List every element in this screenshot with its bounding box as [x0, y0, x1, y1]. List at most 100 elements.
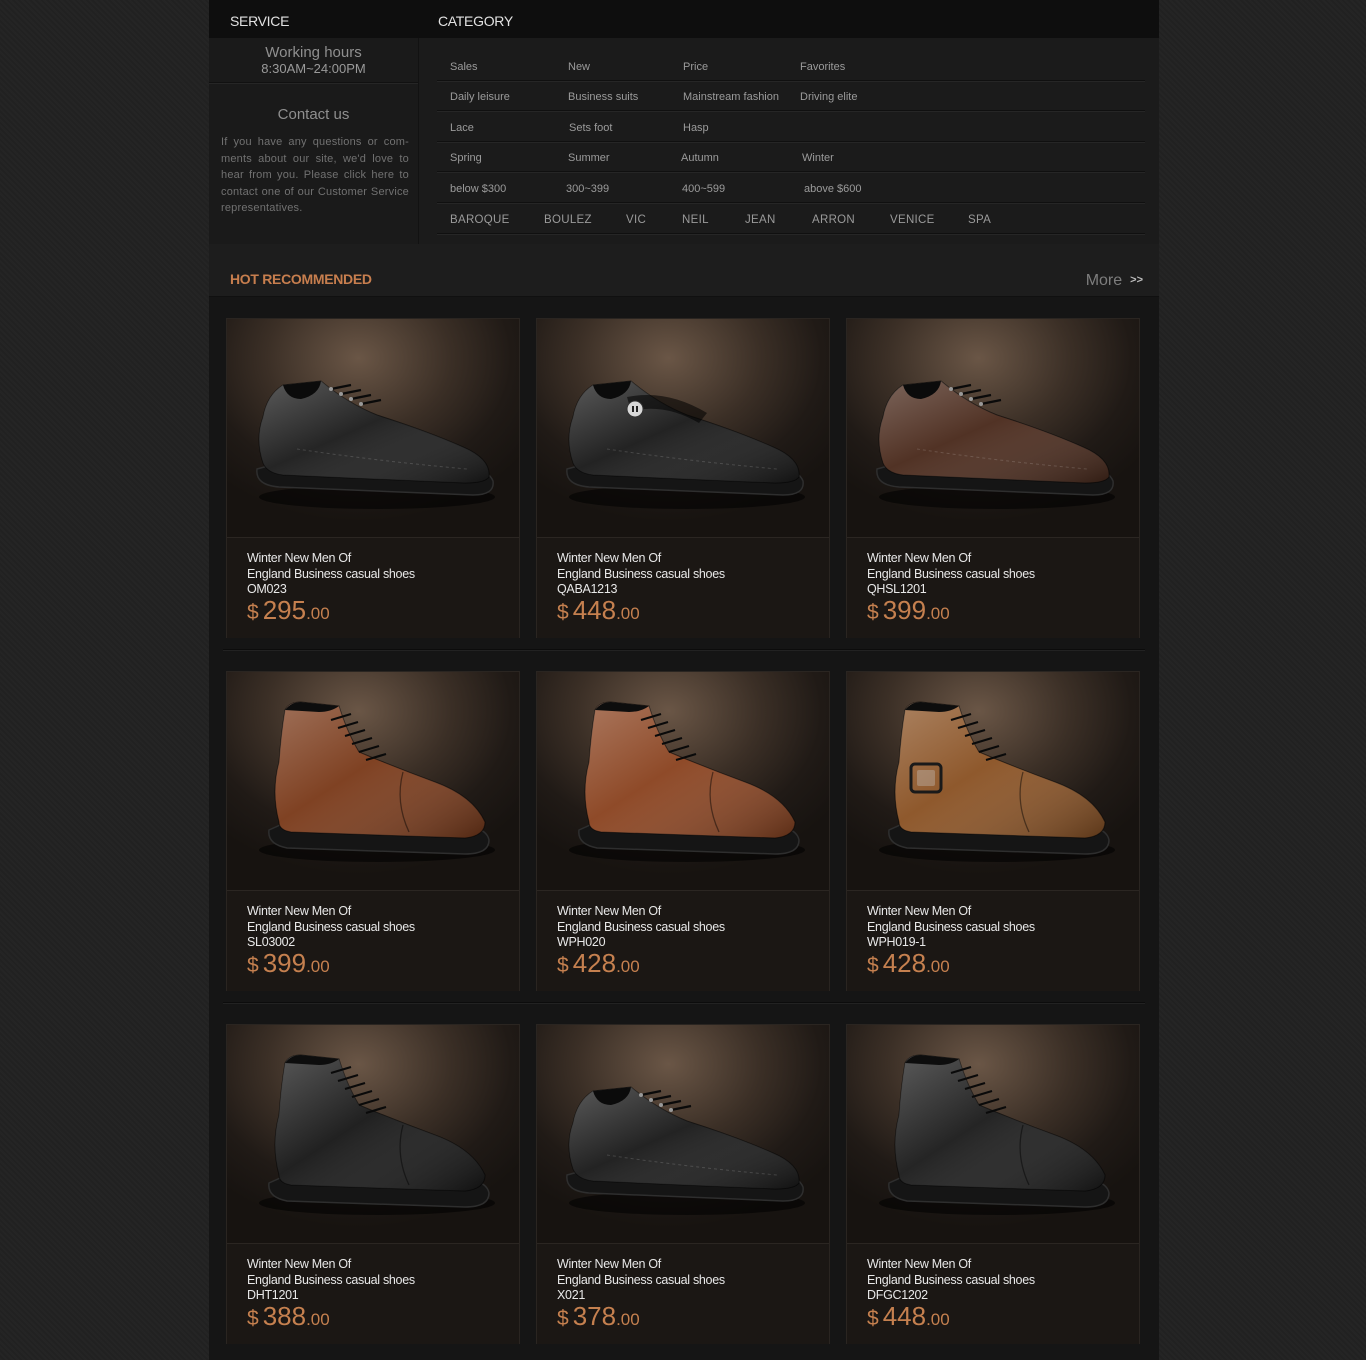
service-panel: Working hours 8:30AM~24:00PM Contact us …	[209, 38, 419, 244]
product-title-line: England Business casual shoes	[557, 1272, 725, 1287]
working-hours-value: 8:30AM~24:00PM	[261, 61, 366, 76]
product-price: $448.00	[557, 595, 640, 626]
category-link[interactable]: Mainstream fashion	[683, 91, 779, 103]
product-title-line: England Business casual shoes	[557, 919, 725, 934]
category-link[interactable]: New	[568, 61, 590, 73]
category-link[interactable]: Sales	[450, 61, 478, 73]
price-int: 378	[572, 1301, 617, 1331]
price-cur: $	[247, 954, 259, 977]
header-bar: SERVICE CATEGORY	[209, 0, 1159, 39]
brand-link[interactable]: NEIL	[682, 214, 709, 226]
category-link[interactable]: Hasp	[683, 122, 709, 134]
product-title-line: Winter New Men Of	[557, 1257, 661, 1271]
category-heading: CATEGORY	[438, 13, 513, 29]
category-link[interactable]: Favorites	[800, 61, 845, 73]
black-lace-up-loafer-image[interactable]	[227, 319, 519, 537]
product-title-line: England Business casual shoes	[867, 1272, 1035, 1287]
product-card[interactable]: Winter New Men Of England Business casual…	[226, 318, 520, 638]
price-cur: $	[557, 601, 569, 624]
product-name[interactable]: Winter New Men Of England Business casual…	[557, 1257, 725, 1304]
price-dec: .00	[616, 604, 640, 623]
price-int: 388	[262, 1301, 307, 1331]
brand-link[interactable]: VENICE	[890, 214, 935, 226]
product-card[interactable]: Winter New Men Of England Business casual…	[536, 318, 830, 638]
price-dec: .00	[306, 604, 330, 623]
black-derby-shoe-image[interactable]	[537, 1025, 829, 1243]
product-name[interactable]: Winter New Men Of England Business casual…	[867, 551, 1035, 598]
price-int: 399	[262, 948, 307, 978]
row-divider	[223, 1002, 1145, 1003]
product-card[interactable]: Winter New Men Of England Business casual…	[226, 671, 520, 991]
product-name[interactable]: Winter New Men Of England Business casual…	[867, 904, 1035, 951]
category-link[interactable]: Autumn	[681, 152, 719, 164]
product-price: $388.00	[247, 1301, 330, 1332]
price-dec: .00	[616, 1310, 640, 1329]
more-link[interactable]: More >>	[1086, 272, 1143, 290]
tan-chukka-boot-image[interactable]	[227, 672, 519, 890]
category-link[interactable]: below $300	[450, 183, 506, 195]
tan-lace-boot-image[interactable]	[537, 672, 829, 890]
category-link[interactable]: Lace	[450, 122, 474, 134]
product-name[interactable]: Winter New Men Of England Business casual…	[557, 551, 725, 598]
product-card[interactable]: Winter New Men Of England Business casual…	[846, 318, 1140, 638]
brand-link[interactable]: BOULEZ	[544, 214, 592, 226]
price-cur: $	[557, 954, 569, 977]
black-strap-loafer-image[interactable]	[537, 319, 829, 537]
product-price: $448.00	[867, 1301, 950, 1332]
category-link[interactable]: Summer	[568, 152, 610, 164]
product-card[interactable]: Winter New Men Of England Business casual…	[536, 1024, 830, 1344]
contact-text[interactable]: If you have any questions or com-ments a…	[221, 134, 409, 217]
category-link[interactable]: above $600	[804, 183, 862, 195]
service-divider	[209, 82, 418, 83]
category-row: Lace Sets foot Hasp	[437, 111, 1145, 142]
product-info: Winter New Men Of England Business casual…	[537, 890, 829, 991]
category-link[interactable]: 400~599	[682, 183, 725, 195]
tan-buckle-boot-image[interactable]	[847, 672, 1139, 890]
price-int: 448	[882, 1301, 927, 1331]
section-header: HOT RECOMMENDED More >>	[209, 244, 1159, 297]
product-title-line: England Business casual shoes	[247, 919, 415, 934]
category-link[interactable]: Sets foot	[569, 122, 612, 134]
brown-derby-shoe-image[interactable]	[847, 319, 1139, 537]
category-link[interactable]: Spring	[450, 152, 482, 164]
product-name[interactable]: Winter New Men Of England Business casual…	[867, 1257, 1035, 1304]
product-price: $399.00	[867, 595, 950, 626]
price-cur: $	[247, 1307, 259, 1330]
product-title-line: Winter New Men Of	[247, 1257, 351, 1271]
contact-title[interactable]: Contact us	[209, 106, 418, 123]
product-name[interactable]: Winter New Men Of England Business casual…	[247, 1257, 415, 1304]
product-price: $378.00	[557, 1301, 640, 1332]
product-name[interactable]: Winter New Men Of England Business casual…	[247, 904, 415, 951]
price-dec: .00	[306, 957, 330, 976]
category-link[interactable]: Driving elite	[800, 91, 857, 103]
product-card[interactable]: Winter New Men Of England Business casual…	[226, 1024, 520, 1344]
service-heading: SERVICE	[230, 13, 290, 29]
product-info: Winter New Men Of England Business casual…	[227, 1243, 519, 1344]
category-row: Spring Summer Autumn Winter	[437, 141, 1145, 172]
working-hours-title: Working hours	[265, 44, 362, 61]
category-link[interactable]: 300~399	[566, 183, 609, 195]
price-int: 428	[882, 948, 927, 978]
black-high-boot-image[interactable]	[227, 1025, 519, 1243]
category-link[interactable]: Daily leisure	[450, 91, 510, 103]
black-chukka-boot-image[interactable]	[847, 1025, 1139, 1243]
brand-link[interactable]: BAROQUE	[450, 214, 510, 226]
brand-link[interactable]: SPA	[968, 214, 991, 226]
price-dec: .00	[306, 1310, 330, 1329]
brand-row: BAROQUE BOULEZ VIC NEIL JEAN ARRON VENICE SPA	[437, 203, 1145, 234]
brand-link[interactable]: ARRON	[812, 214, 855, 226]
product-name[interactable]: Winter New Men Of England Business casual…	[557, 904, 725, 951]
product-card[interactable]: Winter New Men Of England Business casual…	[536, 671, 830, 991]
brand-link[interactable]: JEAN	[745, 214, 776, 226]
product-title-line: England Business casual shoes	[247, 1272, 415, 1287]
product-name[interactable]: Winter New Men Of England Business casual…	[247, 551, 415, 598]
brand-link[interactable]: VIC	[626, 214, 646, 226]
product-info: Winter New Men Of England Business casual…	[847, 537, 1139, 638]
category-link[interactable]: Winter	[802, 152, 834, 164]
product-card[interactable]: Winter New Men Of England Business casual…	[846, 671, 1140, 991]
product-price: $295.00	[247, 595, 330, 626]
category-row: below $300 300~399 400~599 above $600	[437, 172, 1145, 203]
product-card[interactable]: Winter New Men Of England Business casual…	[846, 1024, 1140, 1344]
category-link[interactable]: Business suits	[568, 91, 638, 103]
category-link[interactable]: Price	[683, 61, 708, 73]
